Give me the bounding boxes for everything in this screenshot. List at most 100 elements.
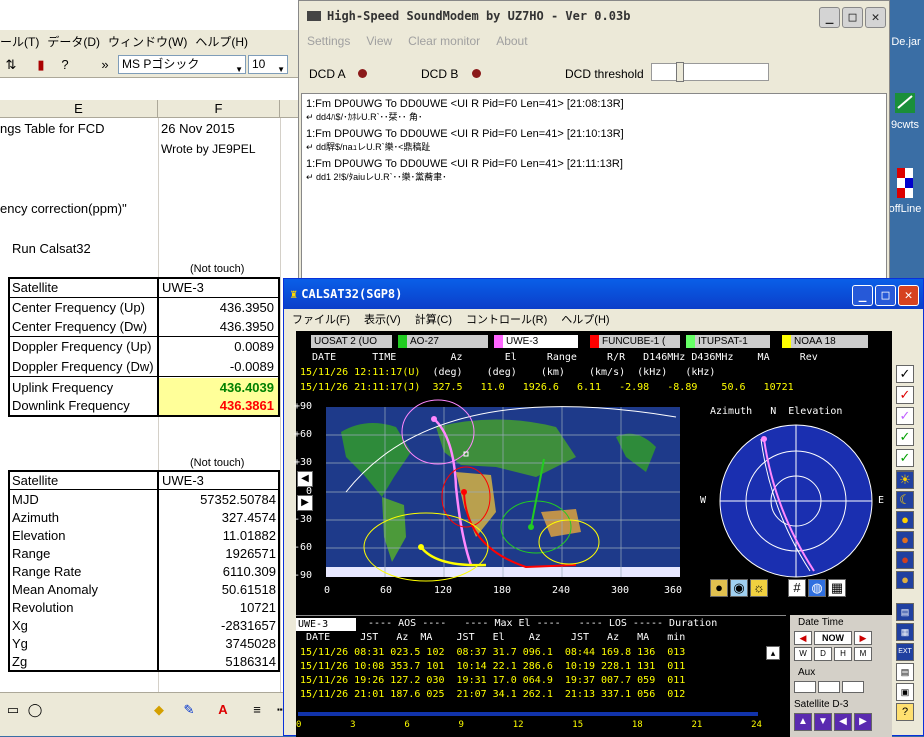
pass-row[interactable]: 15/11/26 21:01 187.6 025 21:07 34.1 262.…: [300, 688, 685, 702]
globe-icon[interactable]: ◉: [730, 579, 748, 597]
table-icon[interactable]: ▤: [896, 663, 914, 681]
t2-label[interactable]: Mean Anomaly: [12, 581, 98, 600]
toolbar-options-icon[interactable]: »: [96, 56, 114, 74]
t2-label[interactable]: Zg: [12, 653, 27, 672]
line-style-icon[interactable]: ≡: [248, 701, 266, 719]
t1-label[interactable]: Satellite: [12, 279, 58, 298]
note-cell[interactable]: ency correction(ppm)": [0, 200, 127, 219]
menu-file[interactable]: ファイル(F): [292, 311, 350, 327]
dcd-threshold-slider[interactable]: [651, 62, 769, 82]
menu-control[interactable]: コントロール(R): [466, 311, 547, 327]
t2-value[interactable]: 3745028: [160, 635, 276, 654]
menu-view[interactable]: View: [366, 34, 392, 48]
date-cell[interactable]: 26 Nov 2015: [161, 120, 235, 139]
desktop-icon-dejar[interactable]: De.jar: [888, 26, 924, 48]
aux-button[interactable]: [818, 681, 840, 693]
moon-icon[interactable]: ☾: [896, 491, 914, 509]
col-header-f[interactable]: F: [158, 100, 280, 118]
monitor-panel[interactable]: 1:Fm DP0UWG To DD0UWE <UI R Pid=F0 Len=4…: [301, 93, 887, 283]
menu-tools[interactable]: ール(T): [0, 33, 39, 50]
t1-label[interactable]: Doppler Frequency (Dw): [12, 358, 154, 377]
desktop-icon-offline[interactable]: offLine: [886, 166, 924, 215]
font-name-select[interactable]: MS Pゴシック ▼: [118, 55, 246, 74]
planet-icon[interactable]: ●: [896, 571, 914, 589]
t1-label[interactable]: Doppler Frequency (Up): [12, 338, 151, 357]
calc-icon[interactable]: ▦: [896, 623, 914, 641]
sat-next-icon[interactable]: ▶: [854, 713, 872, 731]
t1-label[interactable]: Downlink Frequency: [12, 397, 130, 416]
downlink-frequency-value[interactable]: 436.3861: [160, 397, 274, 416]
run-calsat-cell[interactable]: Run Calsat32: [12, 240, 91, 259]
t2-value[interactable]: 5186314: [160, 653, 276, 672]
t2-label[interactable]: Azimuth: [12, 509, 59, 528]
t2-value[interactable]: 6110.309: [160, 563, 276, 582]
pass-row[interactable]: 15/11/26 08:31 023.5 102 08:37 31.7 096.…: [300, 646, 685, 660]
map-right-button[interactable]: ▶: [297, 495, 313, 511]
minute-step-icon[interactable]: M: [854, 647, 872, 661]
aux-button[interactable]: [794, 681, 816, 693]
footprint-icon[interactable]: ●: [710, 579, 728, 597]
t2-label[interactable]: MJD: [12, 491, 39, 510]
t1-value[interactable]: 436.3950: [160, 299, 274, 318]
earth-icon[interactable]: ◍: [808, 579, 826, 597]
grid-icon[interactable]: #: [788, 579, 806, 597]
sat-prev-icon[interactable]: ◀: [834, 713, 852, 731]
t2-value[interactable]: 11.01882: [160, 527, 276, 546]
pass-row[interactable]: 15/11/26 19:26 127.2 030 19:31 17.0 064.…: [300, 674, 685, 688]
menu-data[interactable]: データ(D): [47, 33, 100, 50]
sat-tab[interactable]: ITUPSAT-1: [686, 335, 770, 348]
t2-label[interactable]: Range Rate: [12, 563, 81, 582]
check-icon[interactable]: ✓: [896, 428, 914, 446]
sat-up-icon[interactable]: ▲: [794, 713, 812, 731]
menu-settings[interactable]: Settings: [307, 34, 350, 48]
check-icon[interactable]: ✓: [896, 407, 914, 425]
close-button[interactable]: ✕: [898, 285, 919, 306]
t2-label[interactable]: Elevation: [12, 527, 65, 546]
t2-value[interactable]: -2831657: [160, 617, 276, 636]
menu-calc[interactable]: 計算(C): [415, 311, 452, 327]
sat-tab[interactable]: FUNCUBE-1 (: [590, 335, 680, 348]
t1-value[interactable]: -0.0089: [160, 358, 274, 377]
list-icon[interactable]: ▤: [896, 603, 914, 621]
t2-value[interactable]: 50.61518: [160, 581, 276, 600]
minimize-button[interactable]: _: [819, 7, 840, 28]
fill-color-icon[interactable]: ◆: [150, 701, 168, 719]
print-icon[interactable]: ▣: [896, 683, 914, 701]
rectangle-icon[interactable]: ▭: [4, 701, 22, 719]
menu-help[interactable]: ヘルプ(H): [195, 33, 248, 50]
author-cell[interactable]: Wrote by JE9PEL: [161, 140, 256, 159]
col-header-e[interactable]: E: [0, 100, 158, 118]
menu-help[interactable]: ヘルプ(H): [561, 311, 609, 327]
desktop-icon-9cwts[interactable]: 9cwts: [886, 90, 924, 131]
sat-tab[interactable]: AO-27: [398, 335, 488, 348]
oval-icon[interactable]: ◯: [26, 701, 44, 719]
menu-window[interactable]: ウィンドウ(W): [108, 33, 187, 50]
t2-value[interactable]: 10721: [160, 599, 276, 618]
uplink-frequency-value[interactable]: 436.4039: [160, 379, 274, 398]
t1-value[interactable]: 436.3950: [160, 318, 274, 337]
font-size-select[interactable]: 10 ▼: [248, 55, 288, 74]
timeline-bar[interactable]: [298, 712, 758, 716]
ground-track-map[interactable]: +90 +60 +30 0 -30 -60 -90 ◀ ▶ 0 60 120 1…: [286, 397, 696, 597]
now-button[interactable]: NOW: [814, 631, 852, 645]
hour-step-icon[interactable]: H: [834, 647, 852, 661]
t2-label[interactable]: Xg: [12, 617, 28, 636]
sat-tab-selected[interactable]: UWE-3: [494, 335, 578, 348]
line-color-icon[interactable]: ✎: [180, 701, 198, 719]
t1-label[interactable]: Center Frequency (Dw): [12, 318, 147, 337]
font-color-icon[interactable]: A: [214, 701, 232, 719]
pass-scroll-up[interactable]: ▴: [766, 646, 780, 660]
check-icon[interactable]: ✓: [896, 386, 914, 404]
planet-icon[interactable]: ●: [896, 551, 914, 569]
t1-value[interactable]: 0.0089: [160, 338, 274, 357]
chart-icon[interactable]: ▮: [32, 56, 50, 74]
aux-button[interactable]: [842, 681, 864, 693]
day-step-icon[interactable]: D: [814, 647, 832, 661]
polar-plot[interactable]: W E S: [700, 419, 884, 592]
t2-label[interactable]: Revolution: [12, 599, 73, 618]
t2-label[interactable]: Yg: [12, 635, 28, 654]
maximize-button[interactable]: □: [875, 285, 896, 306]
sun-icon[interactable]: ☀: [896, 471, 914, 489]
t2-value[interactable]: 1926571: [160, 545, 276, 564]
menu-about[interactable]: About: [496, 34, 527, 48]
